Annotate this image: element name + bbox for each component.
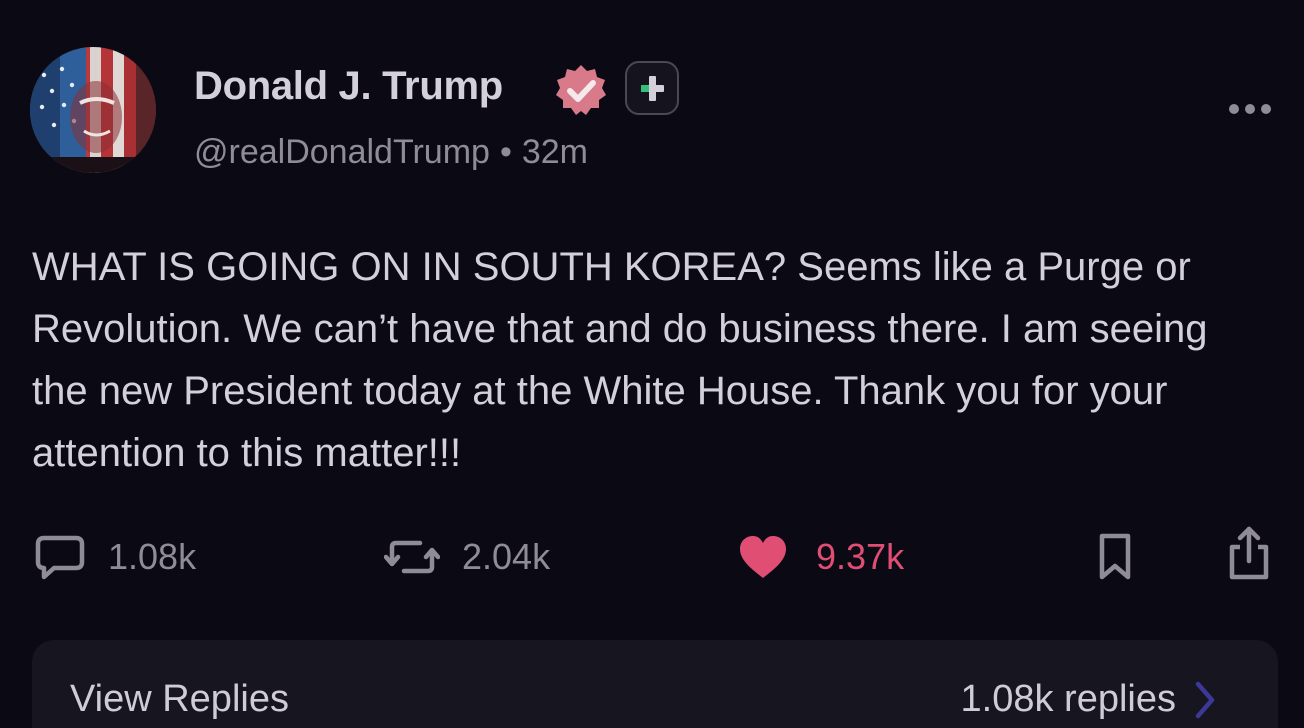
author-handle[interactable]: @realDonaldTrump: [194, 133, 490, 171]
repost-count: 2.04k: [462, 536, 551, 577]
repost-button[interactable]: 2.04k: [384, 532, 550, 582]
repost-icon: [384, 540, 440, 574]
reply-count: 1.08k: [108, 536, 197, 577]
more-dots-icon[interactable]: [1226, 95, 1274, 123]
meta-separator: •: [499, 133, 512, 171]
avatar[interactable]: [30, 47, 156, 173]
post-body: WHAT IS GOING ON IN SOUTH KOREA? Seems l…: [32, 245, 1208, 475]
post-timestamp[interactable]: 32m: [522, 133, 588, 171]
chevron-right-icon: [1195, 681, 1215, 719]
share-button[interactable]: [1224, 526, 1274, 580]
bookmark-button[interactable]: [1095, 532, 1135, 582]
like-button[interactable]: 9.37k: [738, 532, 904, 582]
verified-badge-icon: [556, 65, 606, 115]
view-replies-bar[interactable]: View Replies 1.08k replies: [32, 640, 1278, 728]
plus-badge-icon: [625, 61, 679, 115]
comment-icon: [35, 535, 85, 580]
author-name[interactable]: Donald J. Trump: [194, 64, 503, 109]
reply-button[interactable]: 1.08k: [34, 532, 196, 582]
author-meta: @realDonaldTrump • 32m: [194, 133, 588, 172]
post-card: Donald J. Trump @realDonaldTrump • 32m WHA…: [0, 0, 1304, 728]
view-replies-label: View Replies: [70, 678, 289, 720]
like-count: 9.37k: [816, 536, 905, 577]
heart-icon: [740, 536, 786, 578]
replies-count-label: 1.08k replies: [960, 678, 1176, 720]
bookmark-icon: [1099, 533, 1131, 580]
flag-portrait-icon: [30, 47, 156, 173]
share-icon: [1229, 526, 1269, 580]
